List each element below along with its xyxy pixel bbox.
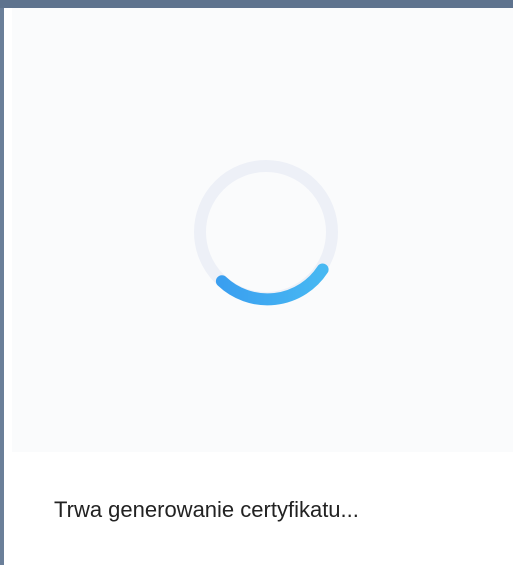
dialog-top-border (0, 0, 513, 8)
loading-dialog: Trwa generowanie certyfikatu... (0, 0, 513, 565)
status-area: Trwa generowanie certyfikatu... (12, 452, 513, 565)
loading-spinner-icon (194, 160, 338, 306)
spinner-arc (215, 263, 329, 306)
loader-panel (12, 8, 513, 452)
dialog-left-border (0, 8, 4, 565)
status-message: Trwa generowanie certyfikatu... (54, 497, 359, 522)
